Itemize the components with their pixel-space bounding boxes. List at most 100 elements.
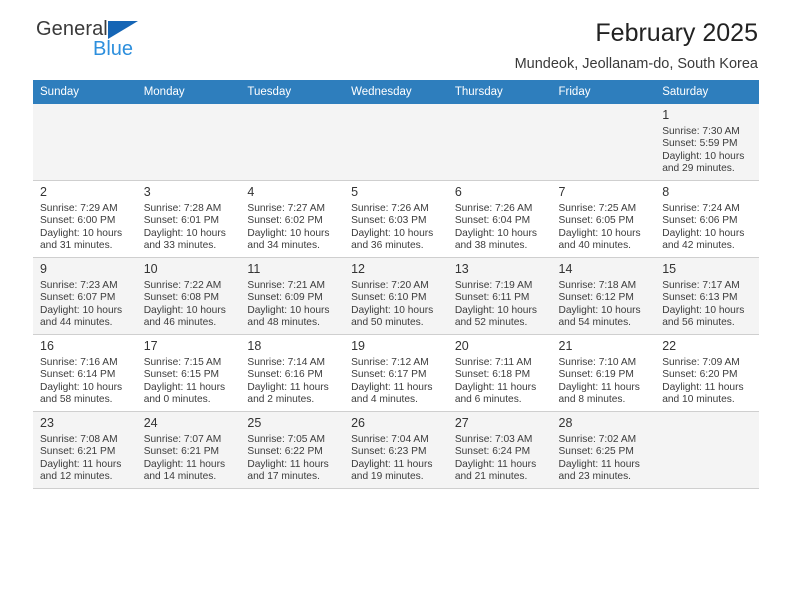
day-cell[interactable]: 16 Sunrise: 7:16 AM Sunset: 6:14 PM Dayli… [33, 334, 137, 412]
day-number: 23 [40, 416, 54, 430]
calendar-week-row: 2 Sunrise: 7:29 AM Sunset: 6:00 PM Daylig… [33, 180, 759, 258]
day-sun-info: Sunrise: 7:19 AM Sunset: 6:11 PM Dayligh… [454, 280, 537, 329]
day-cell[interactable]: 18 Sunrise: 7:14 AM Sunset: 6:16 PM Dayli… [240, 334, 345, 412]
day-sun-info: Sunrise: 7:28 AM Sunset: 6:01 PM Dayligh… [143, 203, 226, 252]
day-cell[interactable]: 17 Sunrise: 7:15 AM Sunset: 6:15 PM Dayli… [136, 334, 241, 412]
day-sun-info: Sunrise: 7:26 AM Sunset: 6:03 PM Dayligh… [351, 203, 434, 252]
day-cell[interactable]: 8 Sunrise: 7:24 AM Sunset: 6:06 PM Daylig… [655, 180, 759, 258]
day-number: 4 [247, 185, 255, 199]
day-number: 21 [558, 339, 573, 353]
day-cell[interactable]: 19 Sunrise: 7:12 AM Sunset: 6:17 PM Dayli… [344, 334, 448, 412]
day-cell [655, 411, 759, 489]
day-cell[interactable]: 6 Sunrise: 7:26 AM Sunset: 6:04 PM Daylig… [447, 180, 552, 258]
day-sun-info: Sunrise: 7:05 AM Sunset: 6:22 PM Dayligh… [247, 434, 329, 483]
day-number: 18 [247, 339, 262, 353]
day-cell[interactable]: 22 Sunrise: 7:09 AM Sunset: 6:20 PM Dayli… [655, 334, 759, 412]
day-sun-info: Sunrise: 7:02 AM Sunset: 6:25 PM Dayligh… [558, 434, 640, 483]
brand-logo[interactable]: General Blue [36, 18, 236, 68]
day-cell[interactable]: 12 Sunrise: 7:20 AM Sunset: 6:10 PM Dayli… [344, 257, 448, 335]
weekday-header-friday: Friday [551, 80, 656, 104]
weekday-header-sunday: Sunday [33, 80, 137, 104]
day-sun-info: Sunrise: 7:21 AM Sunset: 6:09 PM Dayligh… [247, 280, 330, 329]
day-cell[interactable]: 23 Sunrise: 7:08 AM Sunset: 6:21 PM Dayli… [33, 411, 137, 489]
day-number: 24 [143, 416, 158, 430]
brand-name-bottom: Blue [93, 38, 134, 60]
brand-triangle-icon [108, 21, 138, 39]
day-cell[interactable]: 4 Sunrise: 7:27 AM Sunset: 6:02 PM Daylig… [240, 180, 345, 258]
calendar-body: 1 Sunrise: 7:30 AM Sunset: 5:59 PM Daylig… [33, 104, 759, 489]
day-number: 25 [247, 416, 262, 430]
calendar-page: General Blue February 2025 Mundeok, Jeol… [0, 0, 792, 612]
day-sun-info: Sunrise: 7:04 AM Sunset: 6:23 PM Dayligh… [351, 434, 433, 483]
day-cell[interactable]: 7 Sunrise: 7:25 AM Sunset: 6:05 PM Daylig… [551, 180, 656, 258]
day-sun-info: Sunrise: 7:23 AM Sunset: 6:07 PM Dayligh… [40, 280, 123, 329]
day-sun-info: Sunrise: 7:25 AM Sunset: 6:05 PM Dayligh… [558, 203, 641, 252]
weekday-header-saturday: Saturday [655, 80, 759, 104]
day-cell[interactable]: 24 Sunrise: 7:07 AM Sunset: 6:21 PM Dayli… [136, 411, 241, 489]
day-cell[interactable]: 15 Sunrise: 7:17 AM Sunset: 6:13 PM Dayli… [655, 257, 759, 335]
day-number: 1 [662, 108, 670, 122]
day-number: 6 [454, 185, 462, 199]
day-number: 2 [40, 185, 47, 199]
day-sun-info: Sunrise: 7:12 AM Sunset: 6:17 PM Dayligh… [351, 357, 433, 406]
day-number: 27 [454, 416, 469, 430]
day-sun-info: Sunrise: 7:09 AM Sunset: 6:20 PM Dayligh… [662, 357, 744, 406]
day-sun-info: Sunrise: 7:14 AM Sunset: 6:16 PM Dayligh… [247, 357, 329, 406]
day-cell[interactable]: 26 Sunrise: 7:04 AM Sunset: 6:23 PM Dayli… [344, 411, 448, 489]
weekday-header-monday: Monday [136, 80, 241, 104]
day-number: 9 [40, 262, 47, 276]
day-cell[interactable]: 13 Sunrise: 7:19 AM Sunset: 6:11 PM Dayli… [447, 257, 552, 335]
day-number: 3 [143, 185, 151, 199]
calendar-week-row: 9 Sunrise: 7:23 AM Sunset: 6:07 PM Daylig… [33, 257, 759, 335]
day-sun-info: Sunrise: 7:10 AM Sunset: 6:19 PM Dayligh… [558, 357, 640, 406]
calendar-table: Sunday Monday Tuesday Wednesday Thursday… [33, 80, 759, 489]
day-cell[interactable]: 21 Sunrise: 7:10 AM Sunset: 6:19 PM Dayli… [551, 334, 656, 412]
day-sun-info: Sunrise: 7:24 AM Sunset: 6:06 PM Dayligh… [662, 203, 745, 252]
day-sun-info: Sunrise: 7:07 AM Sunset: 6:21 PM Dayligh… [143, 434, 226, 483]
day-cell[interactable]: 14 Sunrise: 7:18 AM Sunset: 6:12 PM Dayli… [551, 257, 656, 335]
day-cell[interactable]: 3 Sunrise: 7:28 AM Sunset: 6:01 PM Daylig… [136, 180, 241, 258]
calendar-week-row: 16 Sunrise: 7:16 AM Sunset: 6:14 PM Dayli… [33, 334, 759, 412]
weekday-header-tuesday: Tuesday [240, 80, 345, 104]
day-number: 22 [662, 339, 677, 353]
calendar-header-row: Sunday Monday Tuesday Wednesday Thursday… [33, 80, 759, 104]
day-cell [344, 104, 448, 181]
day-number: 20 [454, 339, 469, 353]
day-cell[interactable]: 10 Sunrise: 7:22 AM Sunset: 6:08 PM Dayli… [136, 257, 241, 335]
day-sun-info: Sunrise: 7:26 AM Sunset: 6:04 PM Dayligh… [454, 203, 537, 252]
day-cell[interactable]: 25 Sunrise: 7:05 AM Sunset: 6:22 PM Dayli… [240, 411, 345, 489]
day-number: 14 [558, 262, 573, 276]
day-cell[interactable]: 2 Sunrise: 7:29 AM Sunset: 6:00 PM Daylig… [33, 180, 137, 258]
weekday-header-wednesday: Wednesday [344, 80, 448, 104]
day-cell [136, 104, 241, 181]
day-sun-info: Sunrise: 7:22 AM Sunset: 6:08 PM Dayligh… [143, 280, 226, 329]
day-sun-info: Sunrise: 7:15 AM Sunset: 6:15 PM Dayligh… [143, 357, 226, 406]
day-number: 28 [558, 416, 573, 430]
day-cell[interactable]: 1 Sunrise: 7:30 AM Sunset: 5:59 PM Daylig… [655, 104, 759, 181]
calendar-week-row: 23 Sunrise: 7:08 AM Sunset: 6:21 PM Dayli… [33, 411, 759, 489]
day-number: 15 [662, 262, 677, 276]
day-cell [551, 104, 656, 181]
day-cell[interactable]: 11 Sunrise: 7:21 AM Sunset: 6:09 PM Dayli… [240, 257, 345, 335]
day-sun-info: Sunrise: 7:16 AM Sunset: 6:14 PM Dayligh… [40, 357, 123, 406]
day-number: 26 [351, 416, 366, 430]
day-number: 5 [351, 185, 359, 199]
page-header: General Blue February 2025 Mundeok, Jeol… [33, 0, 759, 72]
day-sun-info: Sunrise: 7:03 AM Sunset: 6:24 PM Dayligh… [454, 434, 537, 483]
day-cell[interactable]: 9 Sunrise: 7:23 AM Sunset: 6:07 PM Daylig… [33, 257, 137, 335]
day-number: 17 [143, 339, 158, 353]
day-sun-info: Sunrise: 7:18 AM Sunset: 6:12 PM Dayligh… [558, 280, 641, 329]
day-sun-info: Sunrise: 7:30 AM Sunset: 5:59 PM Dayligh… [662, 126, 745, 175]
day-sun-info: Sunrise: 7:08 AM Sunset: 6:21 PM Dayligh… [40, 434, 122, 483]
day-cell[interactable]: 28 Sunrise: 7:02 AM Sunset: 6:25 PM Dayli… [551, 411, 656, 489]
day-cell [240, 104, 345, 181]
day-cell[interactable]: 20 Sunrise: 7:11 AM Sunset: 6:18 PM Dayli… [447, 334, 552, 412]
day-cell [33, 104, 137, 181]
day-cell[interactable]: 27 Sunrise: 7:03 AM Sunset: 6:24 PM Dayli… [447, 411, 552, 489]
day-cell [447, 104, 552, 181]
brand-name-top: General [36, 18, 108, 40]
day-sun-info: Sunrise: 7:17 AM Sunset: 6:13 PM Dayligh… [662, 280, 745, 329]
calendar-week-row: 1 Sunrise: 7:30 AM Sunset: 5:59 PM Daylig… [33, 104, 759, 181]
day-number: 19 [351, 339, 366, 353]
day-cell[interactable]: 5 Sunrise: 7:26 AM Sunset: 6:03 PM Daylig… [344, 180, 448, 258]
